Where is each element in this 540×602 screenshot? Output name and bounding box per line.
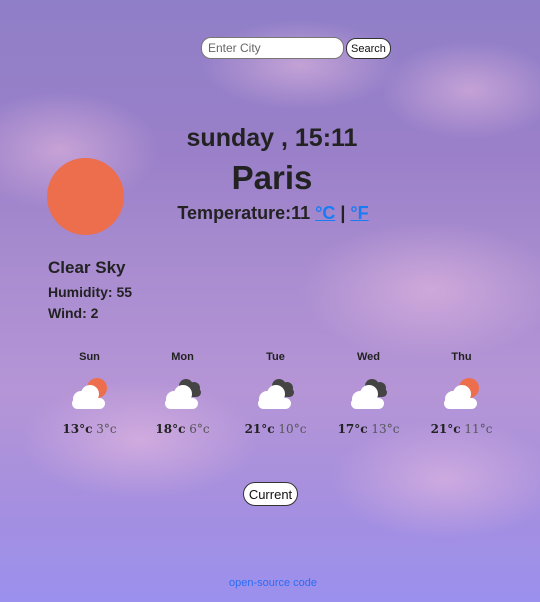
forecast-low: 10°c xyxy=(278,422,307,436)
humidity: Humidity: 55 xyxy=(48,284,133,300)
cloudy-icon xyxy=(136,370,229,416)
forecast-high: 18°c xyxy=(155,422,186,436)
forecast-day-name: Mon xyxy=(171,351,194,363)
date-time: sunday , 15:11 xyxy=(186,124,358,152)
forecast-day-name: Tue xyxy=(266,351,285,363)
forecast-day: Mon 18°c 6°c xyxy=(136,350,229,436)
forecast-high: 13°c xyxy=(62,422,93,436)
unit-separator: | xyxy=(335,203,351,223)
search-bar: Search xyxy=(201,37,391,59)
temperature-label: Temperature: xyxy=(177,203,292,223)
forecast-day-name: Sun xyxy=(79,351,100,363)
forecast-list: Sun 13°c 3°c Mon 18°c 6°c Tue 21°c 10°c … xyxy=(43,350,508,436)
fahrenheit-link[interactable]: °F xyxy=(350,203,368,223)
search-button[interactable]: Search xyxy=(346,38,391,59)
weather-description: Clear Sky xyxy=(48,258,126,277)
forecast-high: 17°c xyxy=(337,422,368,436)
partly-sunny-icon xyxy=(415,370,508,416)
wind: Wind: 2 xyxy=(48,305,99,321)
forecast-high: 21°c xyxy=(430,422,461,436)
forecast-low: 3°c xyxy=(96,422,117,436)
cloudy-icon xyxy=(322,370,415,416)
forecast-low: 6°c xyxy=(189,422,210,436)
city-search-input[interactable] xyxy=(201,37,344,59)
forecast-day: Sun 13°c 3°c xyxy=(43,350,136,436)
sky-background xyxy=(0,0,540,602)
temperature-value: 11 xyxy=(291,203,311,223)
temperature: Temperature:11 °C | °F xyxy=(0,203,540,224)
forecast-day: Tue 21°c 10°c xyxy=(229,350,322,436)
city-name: Paris xyxy=(231,159,313,196)
celsius-link[interactable]: °C xyxy=(315,203,335,223)
forecast-day-name: Thu xyxy=(451,351,472,363)
forecast-day: Wed 17°c 13°c xyxy=(322,350,415,436)
forecast-high: 21°c xyxy=(244,422,275,436)
forecast-day: Thu 21°c 11°c xyxy=(415,350,508,436)
open-source-link[interactable]: open-source code xyxy=(0,577,540,589)
partly-sunny-icon xyxy=(43,370,136,416)
cloudy-icon xyxy=(229,370,322,416)
forecast-day-name: Wed xyxy=(356,351,381,363)
forecast-low: 13°c xyxy=(371,422,400,436)
forecast-low: 11°c xyxy=(464,422,493,436)
current-location-button[interactable]: Current xyxy=(243,482,298,506)
